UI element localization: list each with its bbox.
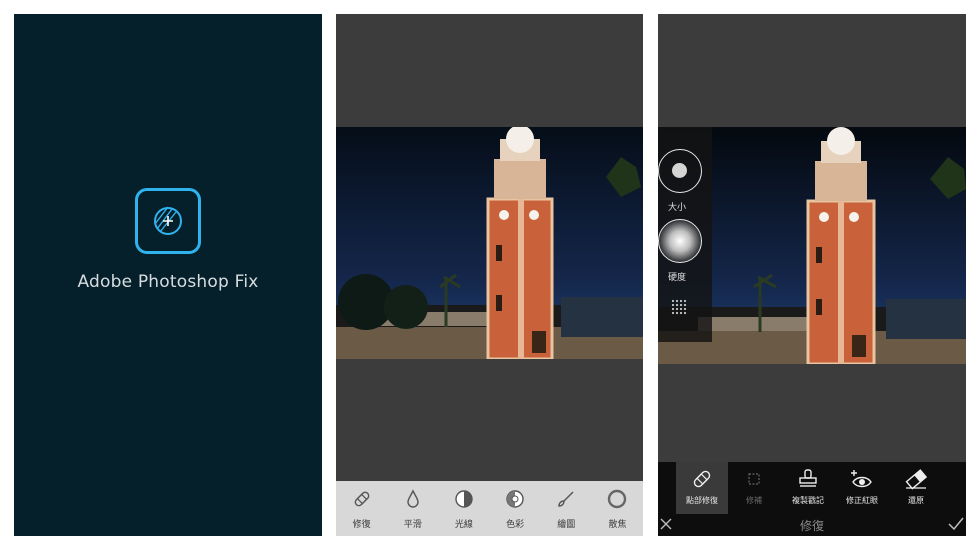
brush-settings-panel: 大小 硬度 bbox=[658, 127, 712, 342]
tool-restore[interactable]: 還原 bbox=[890, 462, 942, 514]
splash-screen: Adobe Photoshop Fix bbox=[14, 14, 322, 536]
checkmark-icon[interactable] bbox=[948, 517, 964, 530]
half-circle-icon bbox=[453, 488, 475, 510]
droplet-icon bbox=[402, 488, 424, 510]
tool-defocus[interactable]: 散焦 bbox=[592, 481, 643, 536]
bandage-icon bbox=[693, 470, 711, 488]
screen-title: 修復 bbox=[799, 519, 824, 533]
ring-icon bbox=[606, 488, 628, 510]
brush-size-control[interactable] bbox=[658, 149, 702, 193]
tool-light[interactable]: 光線 bbox=[438, 481, 489, 536]
tool-label: 繪圖 bbox=[557, 520, 576, 530]
tool-spot-healing[interactable]: 點部修復 bbox=[676, 462, 728, 514]
tool-patch[interactable]: 修補 bbox=[728, 462, 780, 514]
editor-screen: 修復 平滑 光線 色彩 繪圖 散焦 bbox=[336, 14, 643, 536]
brush-size-label: 大小 bbox=[668, 203, 687, 213]
edit-toolbar: 修復 平滑 光線 色彩 繪圖 散焦 bbox=[336, 481, 643, 536]
red-eye-icon bbox=[851, 470, 872, 488]
app-name: Adobe Photoshop Fix bbox=[77, 272, 259, 292]
tool-label: 修復 bbox=[352, 520, 371, 530]
tool-clone-stamp[interactable]: 複製戳記 bbox=[782, 462, 834, 514]
tool-healing[interactable]: 修復 bbox=[336, 481, 387, 536]
color-circle-icon bbox=[504, 488, 526, 510]
tool-label: 修補 bbox=[746, 496, 762, 505]
photoshop-fix-logo-icon bbox=[135, 188, 201, 254]
tool-paint[interactable]: 繪圖 bbox=[541, 481, 592, 536]
tool-color[interactable]: 色彩 bbox=[490, 481, 541, 536]
stamp-icon bbox=[799, 469, 817, 487]
repair-screen: 大小 硬度 點部修復 修補 複製戳記 修正紅眼 還原 修復 bbox=[658, 14, 966, 536]
tool-label: 修正紅眼 bbox=[846, 496, 878, 505]
tool-smooth[interactable]: 平滑 bbox=[387, 481, 438, 536]
tool-label: 散焦 bbox=[608, 520, 627, 530]
tool-red-eye[interactable]: 修正紅眼 bbox=[836, 462, 888, 514]
brush-icon bbox=[555, 488, 577, 510]
brush-opacity-icon[interactable] bbox=[671, 299, 687, 315]
patch-icon bbox=[748, 473, 760, 485]
brush-hardness-label: 硬度 bbox=[668, 273, 687, 283]
tool-label: 色彩 bbox=[506, 520, 525, 530]
tool-label: 光線 bbox=[454, 520, 473, 530]
tool-label: 複製戳記 bbox=[792, 496, 824, 505]
brush-hardness-control[interactable] bbox=[658, 219, 702, 263]
tool-label: 還原 bbox=[908, 496, 924, 505]
photo-canvas[interactable] bbox=[336, 127, 643, 359]
bandage-icon bbox=[351, 488, 373, 510]
repair-action-bar: 修復 bbox=[658, 514, 966, 536]
tool-label: 平滑 bbox=[403, 520, 422, 530]
tool-label: 點部修復 bbox=[686, 496, 718, 505]
repair-toolbar: 點部修復 修補 複製戳記 修正紅眼 還原 bbox=[658, 462, 966, 514]
eraser-icon bbox=[905, 469, 928, 490]
